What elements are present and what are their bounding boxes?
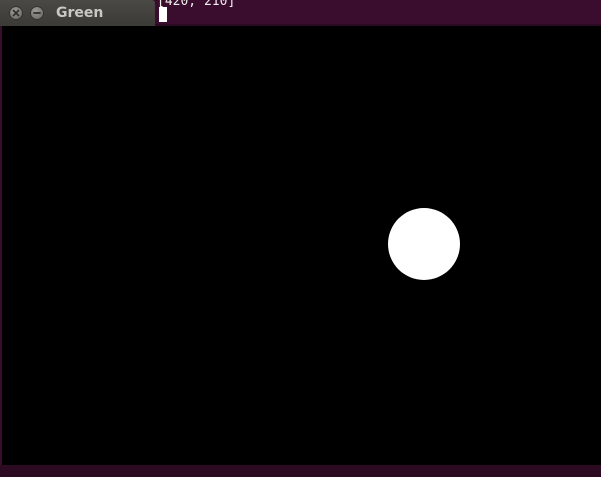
- terminal-bottom-strip: [0, 465, 601, 477]
- close-icon[interactable]: [9, 6, 23, 20]
- image-canvas[interactable]: [2, 26, 601, 465]
- minimize-icon[interactable]: [30, 6, 44, 20]
- opencv-window[interactable]: Green: [0, 0, 601, 465]
- white-circle: [388, 208, 460, 280]
- window-titlebar[interactable]: Green: [0, 0, 155, 26]
- window-title: Green: [56, 5, 104, 21]
- window-left-edge: [0, 26, 2, 465]
